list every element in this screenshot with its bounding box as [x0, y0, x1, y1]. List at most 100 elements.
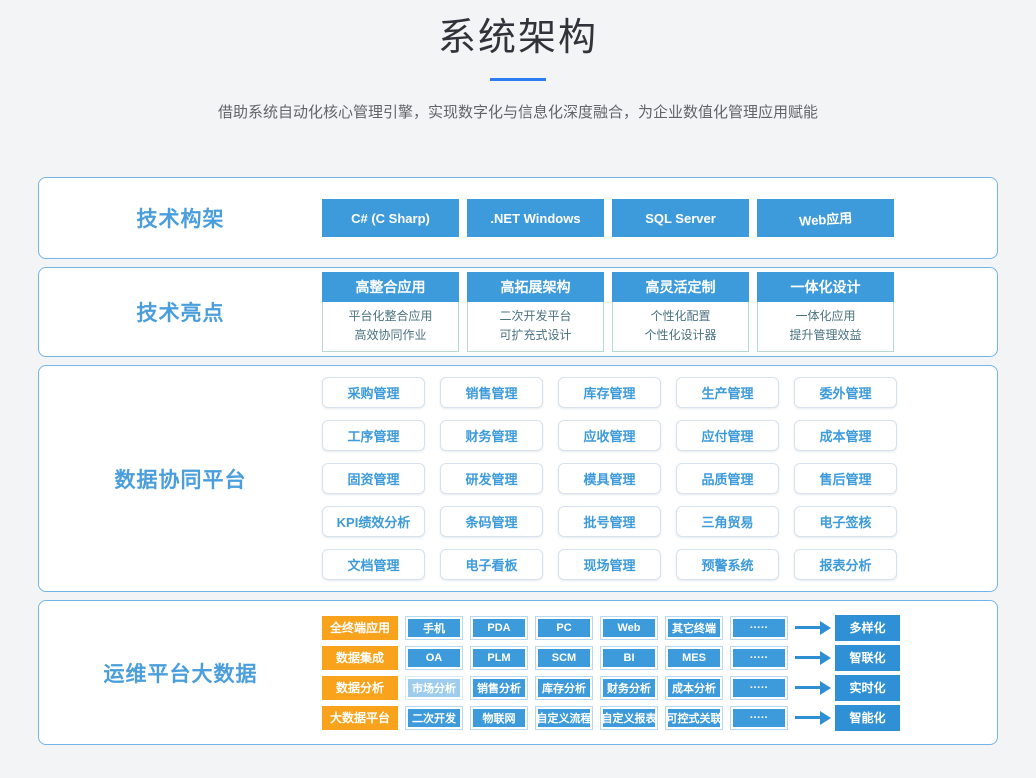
ops-item: Web	[601, 617, 657, 639]
architecture-diagram: 技术构架 C# (C Sharp) .NET Windows SQL Serve…	[38, 177, 998, 745]
module-chip: 成本管理	[794, 420, 897, 451]
ops-item: 库存分析	[536, 677, 592, 699]
ops-rows: 全终端应用 手机 PDA PC Web 其它终端 ····· 多样化 数据集成	[322, 615, 900, 731]
section-platform: 数据协同平台 采购管理 销售管理 库存管理 生产管理 委外管理 工序管理 财务管…	[38, 365, 998, 592]
ops-items: 市场分析 销售分析 库存分析 财务分析 成本分析 ·····	[406, 677, 787, 699]
ops-item: 二次开发	[406, 707, 462, 729]
title-underline	[490, 78, 546, 81]
section-tech-stack-label: 技术构架	[39, 203, 322, 233]
ops-item: 财务分析	[601, 677, 657, 699]
page-subtitle: 借助系统自动化核心管理引擎，实现数字化与信息化深度融合，为企业数值化管理应用赋能	[0, 104, 1036, 122]
module-chip: 工序管理	[322, 420, 425, 451]
ops-row-label: 数据分析	[322, 676, 398, 700]
page: 系统架构 借助系统自动化核心管理引擎，实现数字化与信息化深度融合，为企业数值化管…	[0, 0, 1036, 778]
section-highlights: 技术亮点 高整合应用 平台化整合应用 高效协同作业 高拓展架构 二次开发平台 可…	[38, 267, 998, 357]
ops-item: 可控式关联	[666, 707, 722, 729]
ops-row-integration: 数据集成 OA PLM SCM BI MES ····· 智联化	[322, 645, 900, 671]
ops-item: 自定义报表	[601, 707, 657, 729]
module-chip: 财务管理	[440, 420, 543, 451]
highlight-card-extensibility: 高拓展架构 二次开发平台 可扩充式设计	[467, 272, 604, 352]
section-ops: 运维平台大数据 全终端应用 手机 PDA PC Web 其它终端 ····· 多…	[38, 600, 998, 745]
ops-result: 实时化	[835, 675, 900, 701]
highlight-card-title: 高整合应用	[322, 272, 459, 302]
highlight-card-body: 个性化配置 个性化设计器	[612, 302, 749, 352]
ops-item: MES	[666, 647, 722, 669]
tech-stack-item-label: C# (C Sharp)	[351, 211, 430, 226]
module-chip: 现场管理	[558, 549, 661, 580]
section-platform-label: 数据协同平台	[39, 464, 322, 494]
module-chip: 生产管理	[676, 377, 779, 408]
ops-item-ellipsis: ·····	[731, 617, 787, 639]
ops-result: 多样化	[835, 615, 900, 641]
tech-stack-item-csharp: C# (C Sharp)	[322, 199, 459, 237]
section-highlights-label: 技术亮点	[39, 297, 322, 327]
ops-row-label: 全终端应用	[322, 616, 398, 640]
highlight-card-line: 可扩充式设计	[468, 326, 603, 345]
ops-items: 二次开发 物联网 自定义流程 自定义报表 可控式关联 ·····	[406, 707, 787, 729]
module-grid: 采购管理 销售管理 库存管理 生产管理 委外管理 工序管理 财务管理 应收管理 …	[322, 377, 897, 580]
ops-item-ellipsis: ·····	[731, 677, 787, 699]
highlight-card-line: 平台化整合应用	[323, 307, 458, 326]
module-chip: 模具管理	[558, 463, 661, 494]
module-chip: KPI绩效分析	[322, 506, 425, 537]
module-chip: 报表分析	[794, 549, 897, 580]
highlight-card-body: 二次开发平台 可扩充式设计	[467, 302, 604, 352]
highlight-card-title: 一体化设计	[757, 272, 894, 302]
tech-stack-item-label: Web应用	[798, 207, 852, 230]
module-chip: 委外管理	[794, 377, 897, 408]
module-chip: 研发管理	[440, 463, 543, 494]
ops-row-label: 数据集成	[322, 646, 398, 670]
ops-item-ellipsis: ·····	[731, 707, 787, 729]
page-title: 系统架构	[0, 14, 1036, 62]
ops-item: 成本分析	[666, 677, 722, 699]
ops-row-bigdata: 大数据平台 二次开发 物联网 自定义流程 自定义报表 可控式关联 ····· 智…	[322, 705, 900, 731]
highlight-card-line: 一体化应用	[758, 307, 893, 326]
tech-stack-item-label: SQL Server	[645, 211, 716, 226]
tech-stack-item-web: Web应用	[757, 199, 894, 237]
ops-result: 智联化	[835, 645, 900, 671]
arrow-right-icon	[795, 681, 831, 695]
module-chip: 条码管理	[440, 506, 543, 537]
highlight-card-line: 提升管理效益	[758, 326, 893, 345]
ops-item: 市场分析	[406, 677, 462, 699]
module-chip: 三角贸易	[676, 506, 779, 537]
highlight-card-line: 高效协同作业	[323, 326, 458, 345]
page-header: 系统架构 借助系统自动化核心管理引擎，实现数字化与信息化深度融合，为企业数值化管…	[0, 0, 1036, 122]
arrow-right-icon	[795, 621, 831, 635]
module-chip: 品质管理	[676, 463, 779, 494]
ops-item: 自定义流程	[536, 707, 592, 729]
module-chip: 批号管理	[558, 506, 661, 537]
module-chip: 固资管理	[322, 463, 425, 494]
ops-item-ellipsis: ·····	[731, 647, 787, 669]
ops-item: PDA	[471, 617, 527, 639]
highlight-card-body: 平台化整合应用 高效协同作业	[322, 302, 459, 352]
ops-row-terminals: 全终端应用 手机 PDA PC Web 其它终端 ····· 多样化	[322, 615, 900, 641]
ops-row-analytics: 数据分析 市场分析 销售分析 库存分析 财务分析 成本分析 ····· 实时化	[322, 675, 900, 701]
tech-stack-list: C# (C Sharp) .NET Windows SQL Server Web…	[322, 199, 894, 237]
arrow-right-icon	[795, 711, 831, 725]
module-chip: 应收管理	[558, 420, 661, 451]
highlight-card-line: 个性化配置	[613, 307, 748, 326]
module-chip: 电子签核	[794, 506, 897, 537]
ops-item: PLM	[471, 647, 527, 669]
highlight-cards: 高整合应用 平台化整合应用 高效协同作业 高拓展架构 二次开发平台 可扩充式设计…	[322, 272, 894, 352]
ops-item: 销售分析	[471, 677, 527, 699]
module-chip: 库存管理	[558, 377, 661, 408]
ops-item: 手机	[406, 617, 462, 639]
ops-item: 其它终端	[666, 617, 722, 639]
highlight-card-integration: 高整合应用 平台化整合应用 高效协同作业	[322, 272, 459, 352]
ops-row-label: 大数据平台	[322, 706, 398, 730]
highlight-card-unified: 一体化设计 一体化应用 提升管理效益	[757, 272, 894, 352]
tech-stack-item-dotnet: .NET Windows	[467, 199, 604, 237]
tech-stack-item-sqlserver: SQL Server	[612, 199, 749, 237]
highlight-card-line: 个性化设计器	[613, 326, 748, 345]
module-chip: 售后管理	[794, 463, 897, 494]
section-tech-stack: 技术构架 C# (C Sharp) .NET Windows SQL Serve…	[38, 177, 998, 259]
highlight-card-body: 一体化应用 提升管理效益	[757, 302, 894, 352]
highlight-card-title: 高灵活定制	[612, 272, 749, 302]
highlight-card-title: 高拓展架构	[467, 272, 604, 302]
ops-item: OA	[406, 647, 462, 669]
ops-item: BI	[601, 647, 657, 669]
module-chip: 应付管理	[676, 420, 779, 451]
highlight-card-line: 二次开发平台	[468, 307, 603, 326]
